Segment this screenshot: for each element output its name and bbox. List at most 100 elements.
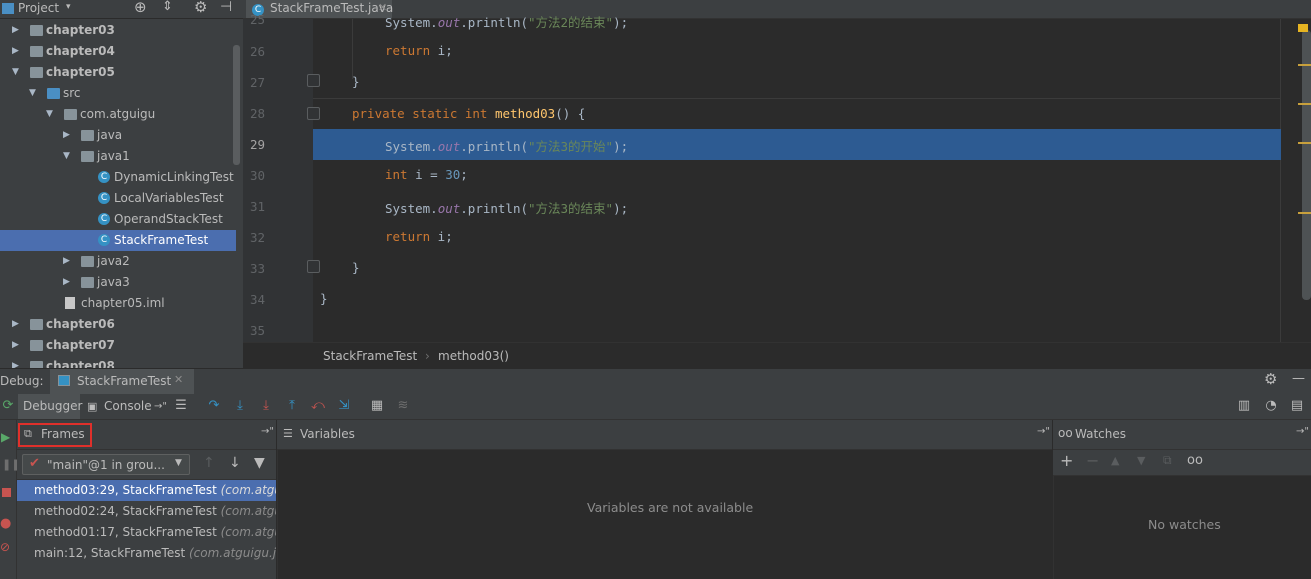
close-icon[interactable]: ✕ (174, 373, 183, 386)
chevron-right-icon[interactable]: ▶ (12, 20, 24, 41)
tree-item[interactable]: ▶ chapter06 (0, 314, 236, 335)
hide-panel-icon[interactable]: ⊣ (220, 0, 232, 15)
copy-icon[interactable]: ⧉ (1163, 453, 1172, 468)
force-step-into-icon[interactable]: ⤓ (259, 398, 273, 414)
chevron-right-icon[interactable]: ▶ (12, 41, 24, 62)
filter-icon[interactable]: ▼ (254, 455, 265, 471)
tree-item[interactable]: C OperandStackTest (0, 209, 236, 230)
drop-frame-icon[interactable]: ⤺ (311, 398, 325, 414)
evaluate-expression-icon[interactable]: ▦ (370, 398, 384, 414)
memory-gauge-icon[interactable]: ◔ (1264, 398, 1278, 414)
pin-arrow-icon[interactable]: →" (1296, 426, 1309, 437)
previous-frame-icon[interactable]: ↑ (203, 455, 215, 471)
tree-item[interactable]: ▼ com.atguigu (0, 104, 236, 125)
code-line-34[interactable]: } (313, 284, 1281, 315)
code-line-32[interactable]: return i; (313, 222, 1281, 253)
chevron-right-icon[interactable]: ▶ (63, 272, 75, 293)
tree-item[interactable]: C DynamicLinkingTest (0, 167, 236, 188)
threads-icon[interactable]: ▤ (1290, 398, 1304, 414)
restore-layout-icon[interactable]: ▥ (1237, 398, 1251, 414)
fold-marker-icon[interactable] (307, 107, 320, 120)
step-over-icon[interactable]: ↷ (207, 398, 221, 414)
warning-marker[interactable] (1298, 212, 1311, 214)
chevron-right-icon[interactable]: ▶ (63, 125, 75, 146)
tree-item[interactable]: ▶ chapter03 (0, 20, 236, 41)
frame-row[interactable]: main:12, StackFrameTest (com.atguigu.jav (17, 543, 276, 564)
resume-icon[interactable]: ▶ (1, 430, 10, 444)
code-line-31[interactable]: System.out.println("方法3的结束"); (313, 191, 1281, 222)
gear-icon[interactable]: ⚙ (194, 0, 207, 16)
debug-session-tab[interactable]: StackFrameTest ✕ (50, 369, 194, 394)
tree-item[interactable]: chapter05.iml (0, 293, 236, 314)
warning-marker[interactable] (1298, 64, 1311, 66)
tree-item[interactable]: ▶ chapter04 (0, 41, 236, 62)
line-number: 28 (249, 106, 265, 121)
mute-breakpoints-icon[interactable]: ⊘ (0, 540, 10, 554)
tab-debugger[interactable]: Debugger (18, 394, 82, 419)
pin-arrow-icon[interactable]: →" (1037, 426, 1050, 437)
code-line-28[interactable]: private static int method03() { (313, 98, 1281, 130)
tree-item[interactable]: ▼ java1 (0, 146, 236, 167)
move-down-icon[interactable]: ▼ (1137, 454, 1145, 467)
run-to-cursor-icon[interactable]: ⇲ (337, 398, 351, 414)
chevron-right-icon[interactable]: ▶ (63, 251, 75, 272)
chevron-right-icon[interactable]: ▶ (12, 314, 24, 335)
frame-row[interactable]: method02:24, StackFrameTest (com.atguigu (17, 501, 276, 522)
view-breakpoints-icon[interactable]: ● (0, 516, 11, 531)
fold-marker-icon[interactable] (307, 260, 320, 273)
tree-item[interactable]: ▼ chapter05 (0, 62, 236, 83)
code-line-30[interactable]: int i = 30; (313, 160, 1281, 191)
code-line-27[interactable]: } (313, 67, 1281, 98)
project-scrollbar[interactable] (233, 45, 240, 165)
collapse-all-icon[interactable]: ⇕ (162, 0, 173, 14)
tree-item[interactable]: ▶ java2 (0, 251, 236, 272)
code-line-25[interactable]: System.out.println("方法2的结束"); (313, 5, 1281, 36)
project-panel-title[interactable]: Project (18, 1, 59, 15)
hamburger-menu-icon[interactable]: ☰ (174, 398, 188, 414)
chevron-down-icon[interactable]: ▼ (63, 146, 75, 167)
locate-target-icon[interactable]: ⊕ (134, 0, 147, 16)
add-watch-icon[interactable]: + (1060, 451, 1073, 470)
chevron-right-icon[interactable]: ▶ (12, 335, 24, 356)
fold-marker-icon[interactable] (307, 74, 320, 87)
move-up-icon[interactable]: ▲ (1111, 454, 1119, 467)
pin-arrow-icon[interactable]: →" (261, 426, 274, 437)
glasses-icon[interactable]: oo (1187, 453, 1203, 468)
chevron-down-icon[interactable]: ▼ (29, 83, 41, 104)
gear-icon[interactable]: ⚙ (1264, 370, 1277, 388)
console-arrow-icon[interactable]: →" (154, 394, 167, 419)
rerun-icon[interactable]: ⟳ (1, 398, 15, 414)
warning-marker[interactable] (1298, 103, 1311, 105)
tree-item[interactable]: ▼ src (0, 83, 236, 104)
tree-item[interactable]: ▶ java3 (0, 272, 236, 293)
minimize-icon[interactable]: — (1292, 371, 1305, 386)
tree-item[interactable]: C LocalVariablesTest (0, 188, 236, 209)
trace-icon[interactable]: ≋ (396, 398, 410, 414)
code-line-26[interactable]: return i; (313, 36, 1281, 67)
warning-status-icon[interactable] (1298, 24, 1308, 32)
step-into-icon[interactable]: ⤓ (233, 398, 247, 414)
breadcrumb-separator-icon: › (425, 349, 430, 363)
next-frame-icon[interactable]: ↓ (229, 455, 241, 471)
tab-console[interactable]: ▣ Console →" (84, 394, 168, 419)
project-view-chevron-down-icon[interactable]: ▾ (66, 2, 71, 12)
step-out-icon[interactable]: ⤒ (285, 398, 299, 414)
chevron-down-icon[interactable]: ▼ (12, 62, 24, 83)
warning-marker[interactable] (1298, 142, 1311, 144)
tree-item[interactable]: ▶ java (0, 125, 236, 146)
tree-item[interactable]: C StackFrameTest (0, 230, 236, 251)
chevron-down-icon[interactable]: ▼ (46, 104, 58, 125)
breadcrumb-class[interactable]: StackFrameTest (323, 349, 417, 363)
checkmark-icon: ✔ (29, 456, 40, 471)
breadcrumb-method[interactable]: method03() (438, 349, 509, 363)
code-line-29-current[interactable]: System.out.println("方法3的开始"); (313, 129, 1281, 160)
thread-dropdown[interactable]: ✔ "main"@1 in grou... ▼ (22, 454, 190, 475)
frame-row[interactable]: method03:29, StackFrameTest (com.atguigu (17, 480, 276, 501)
tree-item[interactable]: ▶ chapter07 (0, 335, 236, 356)
tree-item-label: java3 (97, 275, 130, 289)
editor-scrollbar[interactable] (1302, 30, 1311, 300)
remove-watch-icon[interactable]: − (1086, 451, 1099, 470)
frame-row[interactable]: method01:17, StackFrameTest (com.atguigu (17, 522, 276, 543)
code-line-33[interactable]: } (313, 253, 1281, 284)
stop-icon[interactable] (2, 488, 11, 497)
